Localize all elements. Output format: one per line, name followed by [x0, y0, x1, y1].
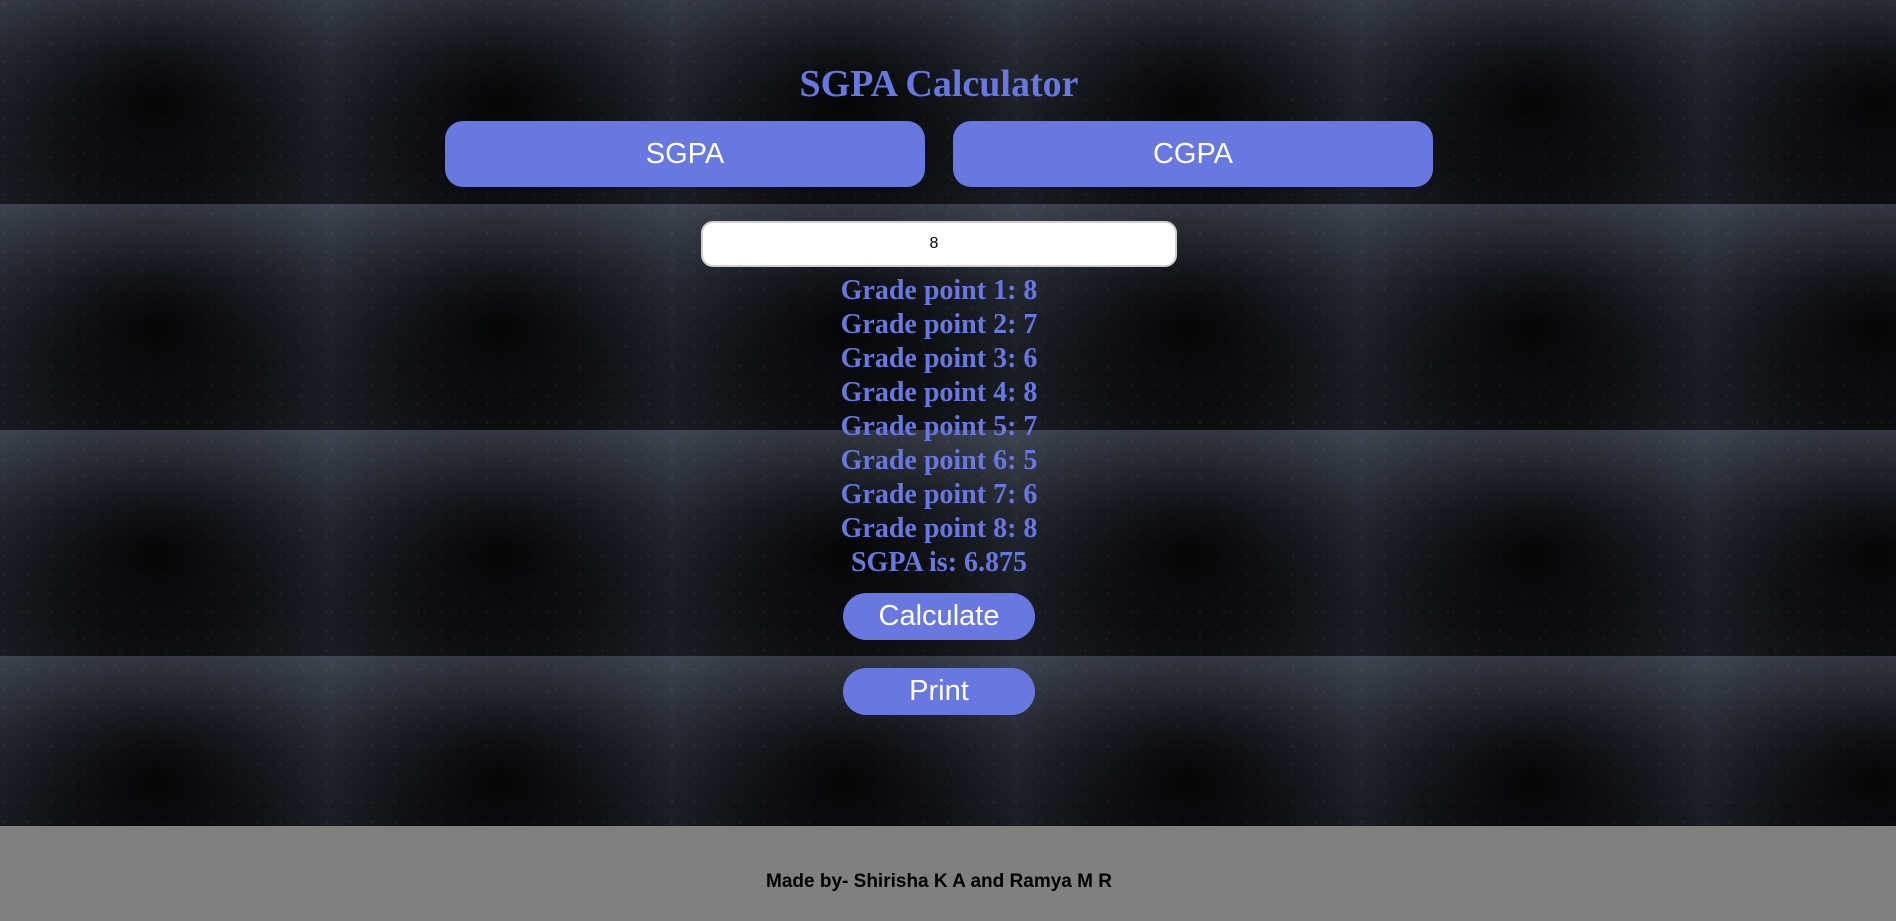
grade-point-line: Grade point 4: 8 [840, 377, 1038, 408]
grade-point-line: Grade point 2: 7 [840, 309, 1038, 340]
results-panel: Grade point 1: 8 Grade point 2: 7 Grade … [0, 274, 1878, 580]
print-button[interactable]: Print [843, 668, 1035, 715]
sgpa-tab-button[interactable]: SGPA [445, 121, 925, 187]
grade-point-line: Grade point 7: 6 [840, 479, 1038, 510]
cgpa-tab-button[interactable]: CGPA [953, 121, 1433, 187]
grade-point-line: Grade point 8: 8 [840, 513, 1038, 544]
grade-point-line: Grade point 1: 8 [840, 275, 1038, 306]
grade-point-line: Grade point 6: 5 [840, 445, 1038, 476]
footer: Made by- Shirisha K A and Ramya M R [0, 826, 1896, 921]
calculate-button[interactable]: Calculate [843, 593, 1035, 640]
grade-point-line: Grade point 3: 6 [840, 343, 1038, 374]
sgpa-result-text: SGPA is: 6.875 [850, 547, 1028, 578]
grade-point-line: Grade point 5: 7 [840, 411, 1038, 442]
footer-credit: Made by- Shirisha K A and Ramya M R [766, 871, 1112, 892]
subject-count-input[interactable] [701, 221, 1177, 267]
page-title: SGPA Calculator [799, 63, 1079, 105]
